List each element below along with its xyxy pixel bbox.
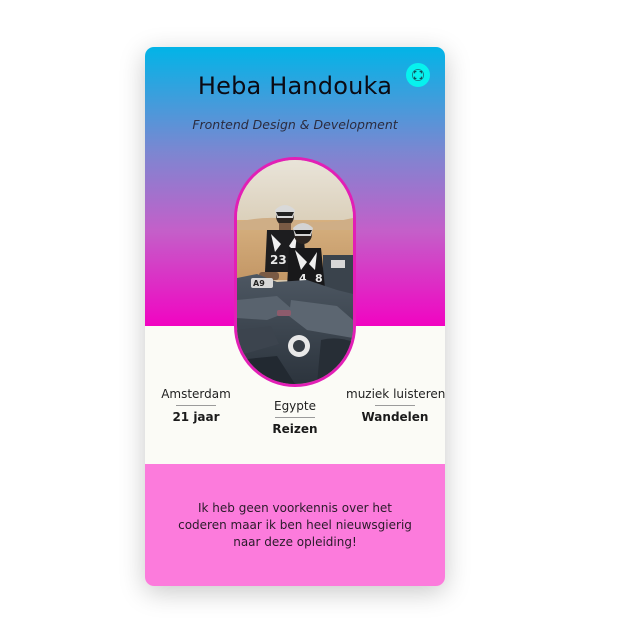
profile-name: Heba Handouka (197, 72, 393, 100)
origin-text: Egypte (273, 399, 316, 413)
profile-photo: 23 4 8 A9 (234, 157, 356, 387)
svg-text:23: 23 (270, 253, 287, 267)
profile-subtitle: Frontend Design & Development (192, 117, 398, 132)
about-text: Ik heb geen voorkennis over het coderen … (178, 501, 412, 549)
details-column-right: muziek luisteren Wandelen (346, 386, 445, 425)
hobby-travel-text: Reizen (272, 422, 318, 436)
profile-photo-image: 23 4 8 A9 (237, 160, 353, 384)
hobby-music-text: muziek luisteren (346, 387, 445, 401)
divider (176, 405, 216, 406)
profile-card: Heba Handouka Frontend Design & Developm… (145, 47, 445, 586)
about-section: Ik heb geen voorkennis over het coderen … (145, 464, 445, 586)
fullscreen-icon (411, 68, 425, 82)
hobby-walking-text: Wandelen (361, 410, 429, 424)
details-column-middle: Egypte Reizen (255, 398, 335, 437)
fullscreen-button[interactable] (406, 63, 430, 87)
stage: Heba Handouka Frontend Design & Developm… (0, 0, 622, 622)
divider (375, 405, 415, 406)
details-column-left: Amsterdam 21 jaar (157, 386, 235, 425)
age-text: 21 jaar (172, 410, 220, 424)
divider (275, 417, 315, 418)
svg-text:A9: A9 (253, 279, 265, 288)
location-text: Amsterdam (161, 387, 231, 401)
